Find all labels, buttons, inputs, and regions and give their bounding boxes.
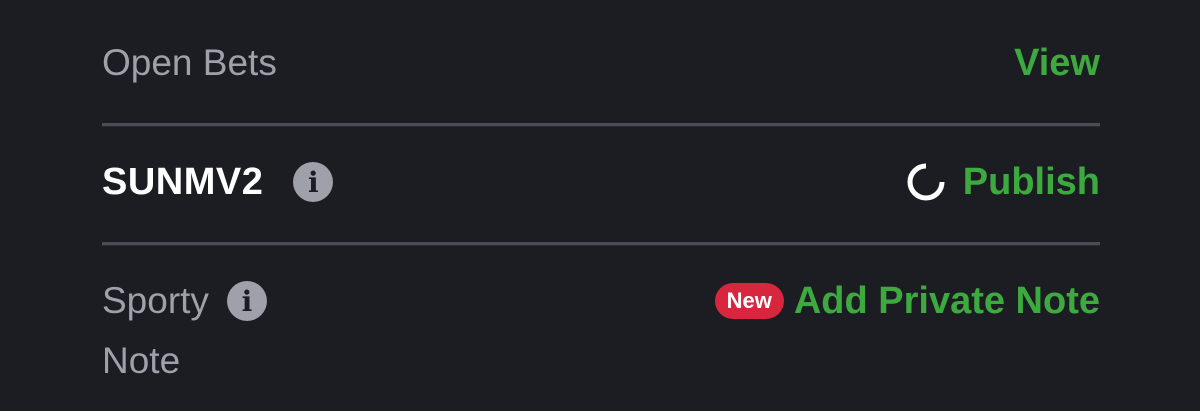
open-bets-label: Open Bets — [102, 42, 277, 83]
divider — [102, 242, 1100, 246]
booking-code: SUNMV2 — [102, 161, 264, 203]
sporty-note-label: Sporty — [102, 280, 209, 321]
divider — [102, 123, 1100, 127]
booking-code-group: SUNMV2 i — [102, 152, 334, 212]
booking-code-row: SUNMV2 i Publish — [102, 152, 1100, 212]
spinner-icon — [907, 163, 945, 201]
open-bets-row: Open Bets View — [102, 34, 1100, 92]
sporty-note-row: Sporty i Note New Add Private Note — [102, 270, 1100, 390]
add-private-note-group[interactable]: New Add Private Note — [714, 270, 1100, 332]
add-private-note-button[interactable]: Add Private Note — [794, 272, 1100, 330]
info-icon[interactable]: i — [293, 162, 334, 202]
publish-group[interactable]: Publish — [905, 153, 1100, 211]
bet-details-panel: Open Bets View SUNMV2 i Publish Sporty i… — [102, 0, 1100, 411]
sporty-note-label-line: Sporty i — [102, 270, 267, 332]
new-badge: New — [714, 283, 784, 319]
view-button[interactable]: View — [1014, 34, 1100, 92]
sporty-note-label-group: Sporty i Note — [102, 270, 267, 390]
info-icon[interactable]: i — [226, 281, 267, 321]
publish-button[interactable]: Publish — [963, 153, 1100, 211]
sporty-note-label-2: Note — [102, 340, 181, 381]
